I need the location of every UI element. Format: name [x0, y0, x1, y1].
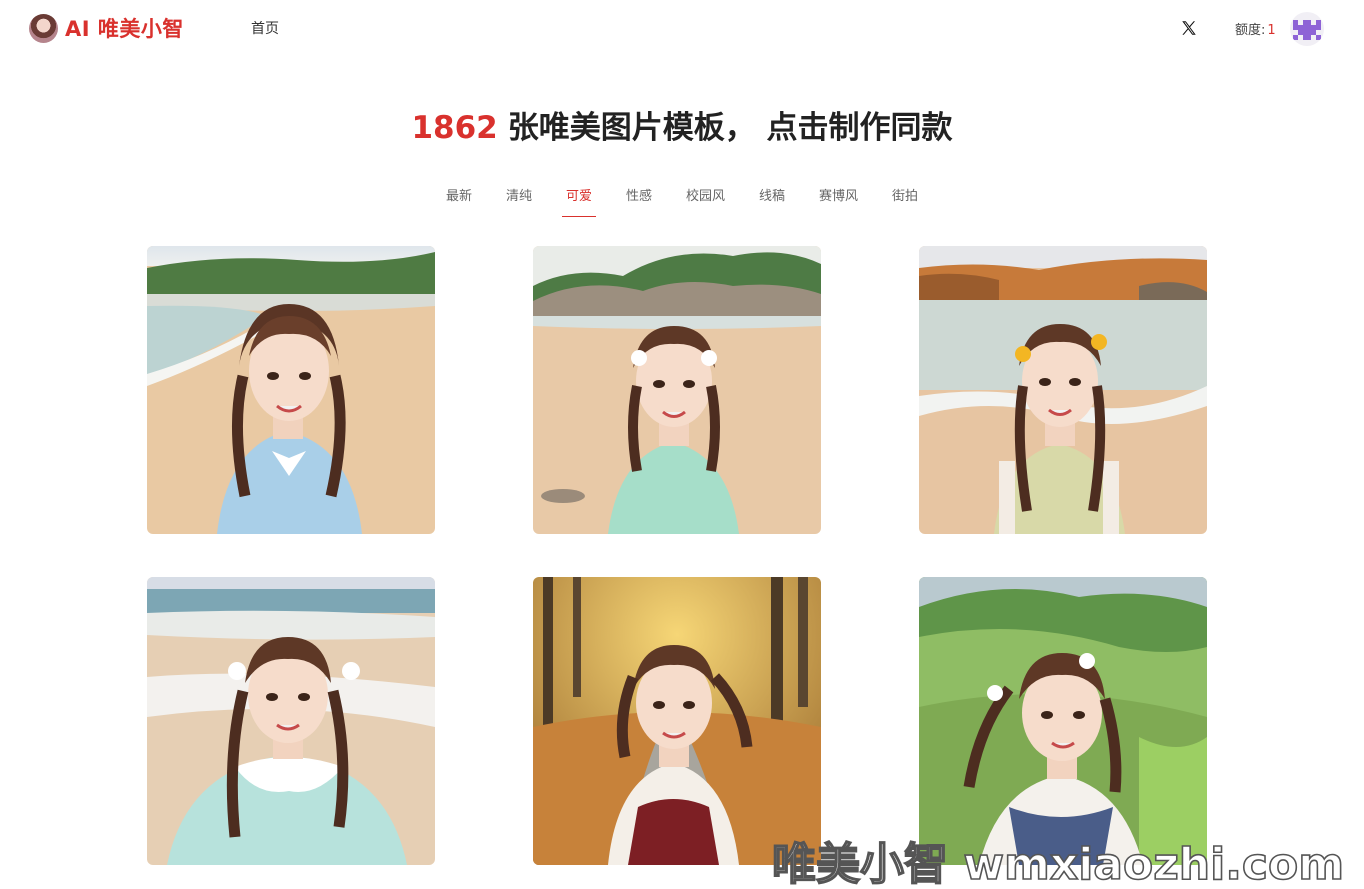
- template-card[interactable]: [919, 246, 1207, 534]
- tab-cyberpunk[interactable]: 赛博风: [819, 185, 858, 217]
- template-card[interactable]: [919, 577, 1207, 865]
- x-twitter-icon[interactable]: [1180, 19, 1198, 37]
- nav-home-link[interactable]: 首页: [251, 18, 279, 38]
- tab-line-art[interactable]: 线稿: [759, 185, 785, 217]
- tab-campus[interactable]: 校园风: [686, 185, 725, 217]
- tab-pure[interactable]: 清纯: [506, 185, 532, 217]
- template-card[interactable]: [533, 577, 821, 865]
- template-count: 1862: [411, 110, 498, 146]
- logo-avatar-icon: [29, 13, 58, 43]
- tab-latest[interactable]: 最新: [446, 185, 472, 217]
- pixel-avatar-icon: [1293, 20, 1321, 40]
- template-card[interactable]: [147, 577, 435, 865]
- tab-cute[interactable]: 可爱: [561, 185, 597, 217]
- template-card[interactable]: [533, 246, 821, 534]
- tab-street[interactable]: 街拍: [892, 185, 918, 217]
- quota-display: 额度: 1: [1235, 19, 1276, 38]
- portrait-image: [533, 246, 821, 534]
- portrait-image: [533, 577, 821, 865]
- template-card[interactable]: [147, 246, 435, 534]
- site-logo[interactable]: AI 唯美小智: [29, 13, 184, 43]
- watermark-text: 唯美小智 wmxiaozhi.com: [771, 838, 1345, 889]
- headline-text: 张唯美图片模板， 点击制作同款: [507, 110, 953, 146]
- portrait-image: [147, 246, 435, 534]
- quota-label: 额度:: [1235, 23, 1266, 38]
- portrait-image: [919, 577, 1207, 865]
- logo-text: AI 唯美小智: [65, 17, 184, 41]
- portrait-image: [919, 246, 1207, 534]
- page-headline: 1862 张唯美图片模板， 点击制作同款: [0, 102, 1364, 147]
- top-navbar: AI 唯美小智 首页 额度: 1: [0, 0, 1364, 58]
- tab-sexy[interactable]: 性感: [626, 185, 652, 217]
- user-avatar[interactable]: [1290, 12, 1324, 46]
- portrait-image: [147, 577, 435, 865]
- category-tabs: 最新 清纯 可爱 性感 校园风 线稿 赛博风 街拍: [0, 185, 1364, 217]
- quota-value: 1: [1267, 23, 1276, 38]
